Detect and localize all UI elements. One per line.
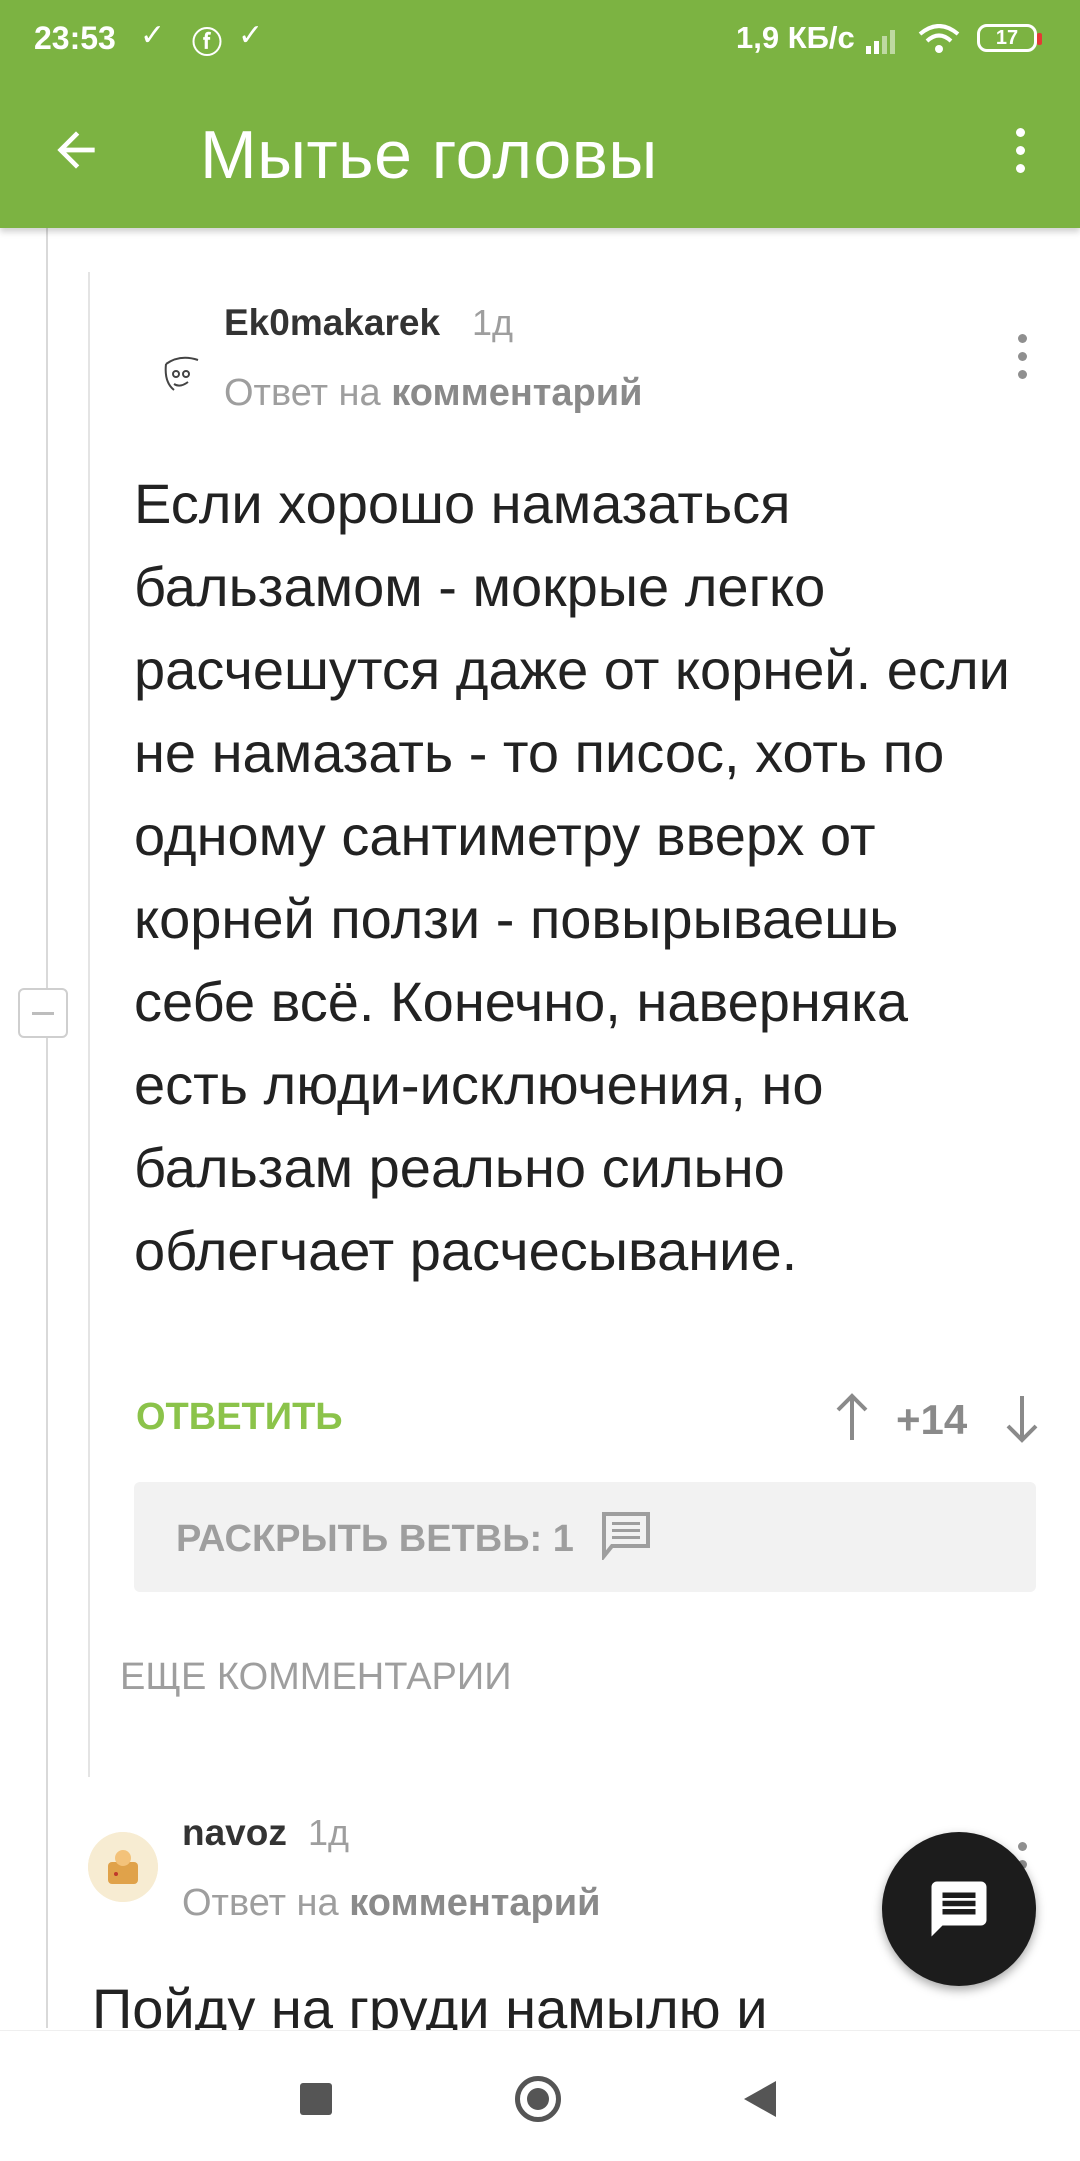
back-arrow-icon[interactable] [48, 122, 104, 178]
notification-icon: ✓ [140, 19, 166, 52]
expand-branch-button[interactable]: РАСКРЫТЬ ВЕТВЬ: 1 [134, 1482, 1036, 1592]
more-comments-link[interactable]: ЕЩЕ КОММЕНТАРИИ [120, 1656, 512, 1699]
comments-icon [602, 1512, 650, 1560]
status-time: 23:53 [34, 20, 116, 56]
arrow-up-icon[interactable] [832, 1392, 872, 1444]
more-vert-icon[interactable] [1008, 128, 1032, 178]
user-avatar[interactable] [160, 352, 206, 398]
comment-age: 1д [308, 1812, 350, 1853]
reply-to-link[interactable]: комментарий [391, 372, 642, 414]
comment-icon [931, 1881, 987, 1937]
thread-line-nested [88, 272, 90, 1777]
status-bar: 23:53 ✓ ⓕ ✓ 1,9 КБ/с 17 [0, 0, 1080, 80]
comment-text: Если хорошо намазаться бальзамом - мокры… [134, 472, 1010, 1282]
collapse-thread-button[interactable] [18, 988, 68, 1038]
system-back-icon[interactable] [744, 2081, 776, 2117]
reply-to-link[interactable]: комментарий [349, 1882, 600, 1924]
home-icon[interactable] [515, 2076, 561, 2122]
comment-menu-icon[interactable] [1012, 334, 1032, 384]
reply-prefix: Ответ на [224, 372, 381, 414]
reply-button[interactable]: ОТВЕТИТЬ [136, 1396, 343, 1439]
app-bar: 23:53 ✓ ⓕ ✓ 1,9 КБ/с 17 Мытье головы [0, 0, 1080, 228]
system-nav-bar [0, 2030, 1080, 2161]
comment-age: 1д [472, 302, 514, 343]
comment-username[interactable]: navoz [182, 1812, 287, 1854]
comment-username[interactable]: Ek0makarek [224, 302, 440, 344]
reply-prefix: Ответ на [182, 1882, 339, 1924]
reply-to-line: Ответ на комментарий [182, 1882, 600, 1925]
reply-to-line: Ответ на комментарий [224, 372, 642, 415]
notification-icon: ✓ [238, 19, 264, 52]
thread-line [46, 228, 48, 2028]
network-speed: 1,9 КБ/с [736, 20, 855, 55]
signal-icon [866, 30, 895, 54]
battery-icon: 17 [977, 24, 1042, 52]
add-comment-fab[interactable] [882, 1832, 1036, 1986]
arrow-down-icon[interactable] [1002, 1392, 1042, 1444]
user-avatar[interactable] [88, 1832, 158, 1902]
expand-branch-label: РАСКРЫТЬ ВЕТВЬ: 1 [176, 1518, 574, 1560]
page-title: Мытье головы [200, 117, 658, 193]
facebook-icon: ⓕ [192, 27, 222, 60]
recent-apps-icon[interactable] [300, 2083, 332, 2115]
comment-score: +14 [896, 1396, 968, 1443]
wifi-icon [918, 24, 960, 53]
